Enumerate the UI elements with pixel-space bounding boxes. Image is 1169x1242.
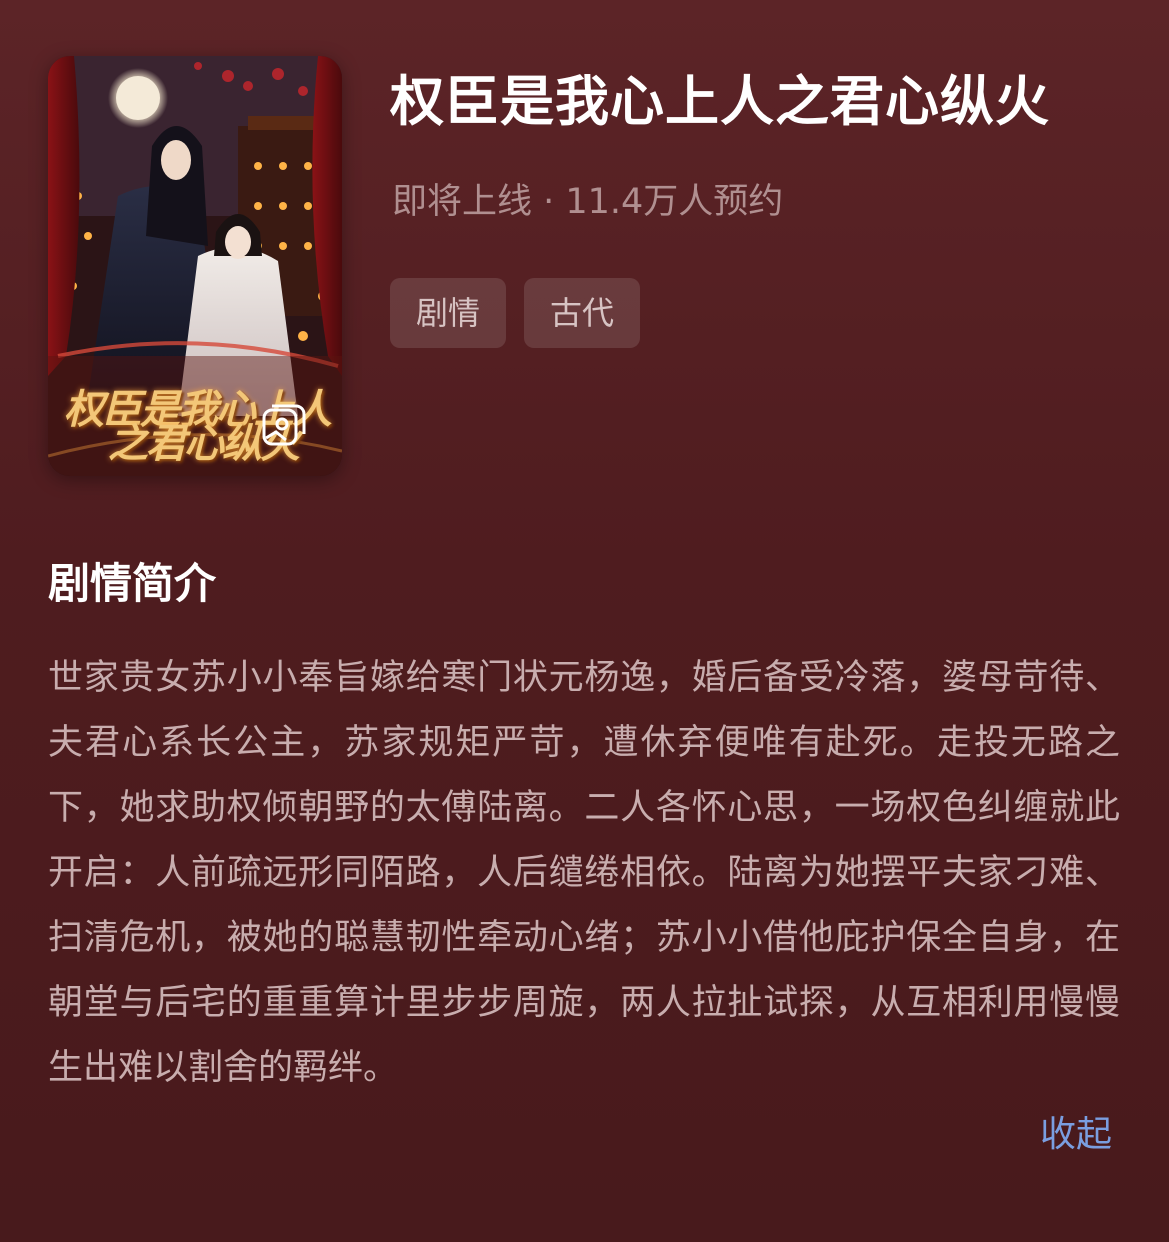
collapse-button[interactable]: 收起 — [1040, 1105, 1112, 1165]
genre-tags: 剧情 古代 — [390, 278, 641, 348]
drama-poster[interactable]: 权臣是我心上人 之君心纵火 — [48, 56, 342, 476]
synopsis-text: 世家贵女苏小小奉旨嫁给寒门状元杨逸，婚后备受冷落，婆母苛待、夫君心系长公主，苏家… — [48, 658, 1120, 1088]
release-reservation-meta: 即将上线 · 11.4万人预约 — [392, 182, 784, 222]
tag-drama[interactable]: 剧情 — [390, 278, 507, 348]
synopsis-heading: 剧情简介 — [48, 559, 217, 608]
tag-ancient[interactable]: 古代 — [524, 278, 641, 348]
image-gallery-icon[interactable] — [262, 404, 306, 448]
drama-title: 权臣是我心上人之君心纵火 — [390, 70, 1050, 133]
